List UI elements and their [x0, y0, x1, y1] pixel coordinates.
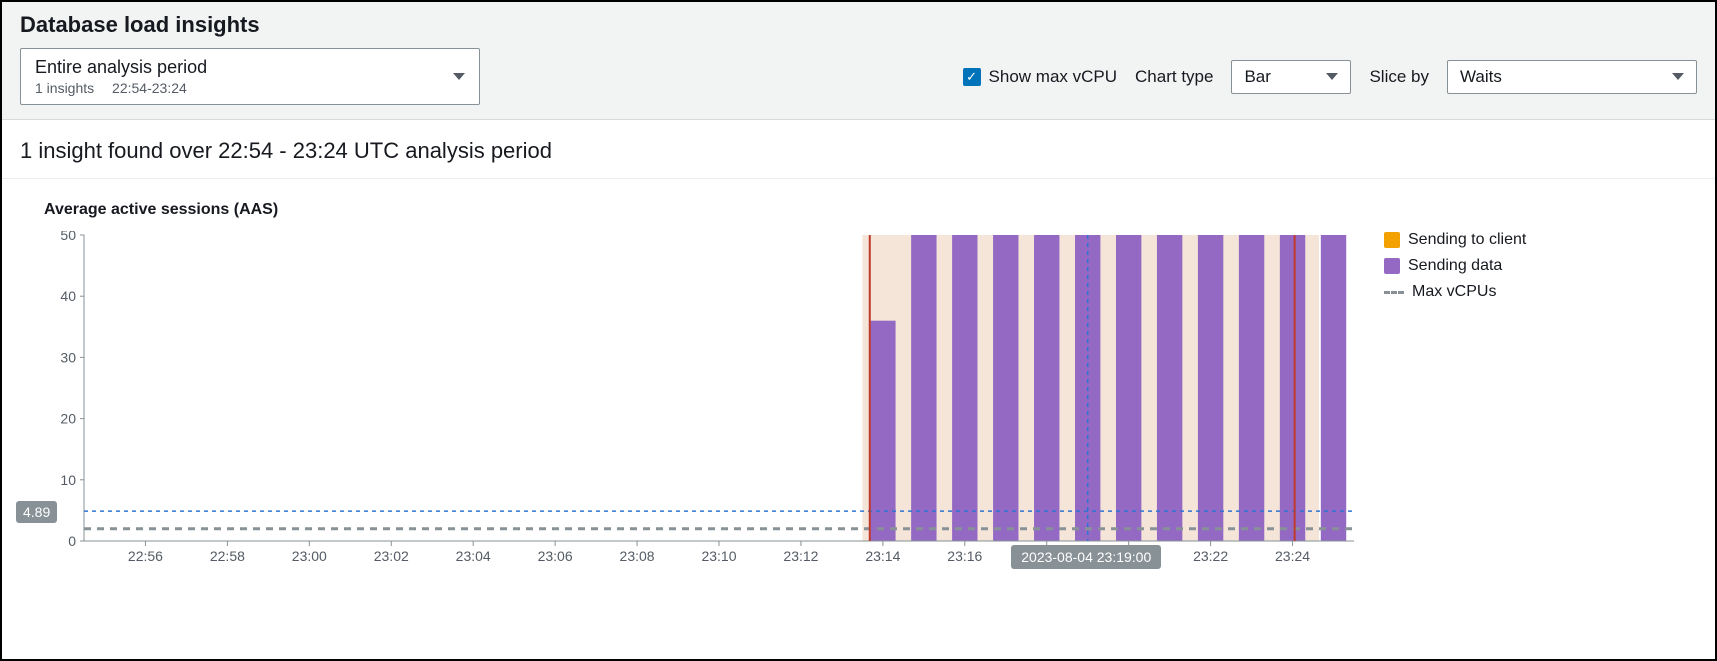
svg-text:23:10: 23:10	[701, 548, 736, 564]
chevron-down-icon	[1326, 73, 1338, 80]
legend-swatch-icon	[1384, 232, 1400, 248]
svg-text:23:24: 23:24	[1275, 548, 1310, 564]
slice-by-label: Slice by	[1369, 67, 1429, 87]
svg-text:23:08: 23:08	[620, 548, 655, 564]
chevron-down-icon	[453, 73, 465, 80]
svg-text:23:14: 23:14	[865, 548, 900, 564]
legend-dashed-icon	[1384, 291, 1404, 294]
insight-summary: 1 insight found over 22:54 - 23:24 UTC a…	[2, 120, 1715, 179]
chevron-down-icon	[1672, 73, 1684, 80]
show-max-vcpu-checkbox[interactable]: ✓ Show max vCPU	[963, 67, 1117, 87]
svg-text:23:02: 23:02	[374, 548, 409, 564]
chart-type-select[interactable]: Bar	[1231, 60, 1351, 94]
period-main-label: Entire analysis period	[35, 57, 207, 78]
chart-title: Average active sessions (AAS)	[44, 201, 1697, 219]
show-max-vcpu-label: Show max vCPU	[989, 67, 1117, 87]
svg-text:23:12: 23:12	[783, 548, 818, 564]
slice-by-select[interactable]: Waits	[1447, 60, 1697, 94]
x-cursor-badge: 2023-08-04 23:19:00	[1011, 545, 1161, 569]
period-range: 22:54-23:24	[112, 80, 187, 96]
legend-label: Sending data	[1408, 257, 1502, 275]
svg-text:40: 40	[60, 288, 76, 304]
svg-text:20: 20	[60, 411, 76, 427]
legend-item-max-vcpus[interactable]: Max vCPUs	[1384, 283, 1526, 301]
svg-text:30: 30	[60, 349, 76, 365]
svg-text:23:06: 23:06	[538, 548, 573, 564]
svg-text:23:04: 23:04	[456, 548, 491, 564]
legend-label: Sending to client	[1408, 231, 1526, 249]
page-title: Database load insights	[20, 12, 1697, 38]
checkbox-checked-icon: ✓	[963, 68, 981, 86]
slice-by-value: Waits	[1460, 67, 1502, 87]
aas-chart[interactable]: 0 10 20 30 40 50 22:56 22:58 23:00 23:02 23:04 23:0…	[44, 231, 1364, 571]
svg-text:10: 10	[60, 472, 76, 488]
analysis-period-select[interactable]: Entire analysis period 1 insights 22:54-…	[20, 48, 480, 105]
svg-text:23:22: 23:22	[1193, 548, 1228, 564]
chart-legend: Sending to client Sending data Max vCPUs	[1364, 231, 1526, 571]
legend-item-sending-to-client[interactable]: Sending to client	[1384, 231, 1526, 249]
svg-text:50: 50	[60, 231, 76, 243]
svg-text:0: 0	[68, 533, 76, 549]
legend-label: Max vCPUs	[1412, 283, 1496, 301]
period-insights-count: 1 insights	[35, 80, 94, 96]
svg-text:23:16: 23:16	[947, 548, 982, 564]
y-cursor-badge: 4.89	[16, 501, 57, 523]
svg-text:23:00: 23:00	[292, 548, 327, 564]
legend-swatch-icon	[1384, 258, 1400, 274]
svg-text:22:58: 22:58	[210, 548, 245, 564]
chart-type-value: Bar	[1244, 67, 1270, 87]
chart-type-label: Chart type	[1135, 67, 1213, 87]
svg-text:22:56: 22:56	[128, 548, 163, 564]
legend-item-sending-data[interactable]: Sending data	[1384, 257, 1526, 275]
